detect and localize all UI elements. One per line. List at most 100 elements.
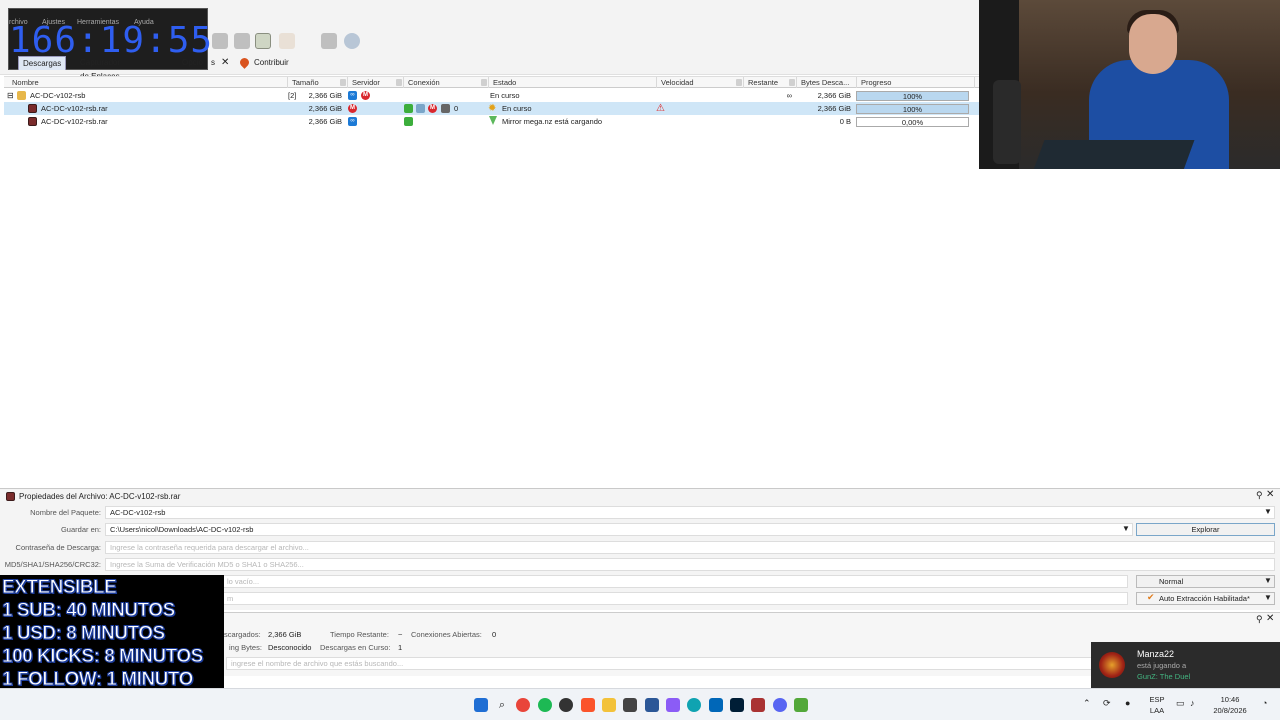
overlay-line: 1 USD: 8 MINUTOS <box>2 623 166 645</box>
col-conexion[interactable]: Conexión <box>404 77 489 88</box>
col-nombre[interactable]: Nombre <box>8 77 288 88</box>
checksum-label: MD5/SHA1/SHA256/CRC32: <box>4 560 101 569</box>
chevron-down-icon[interactable]: ▼ <box>1264 507 1272 516</box>
col-estado[interactable]: Estado <box>489 77 657 88</box>
sync-icon[interactable]: ⟳ <box>1103 698 1111 709</box>
discord-notification[interactable]: Manza22 está jugando a GunZ: The Duel <box>1091 642 1280 688</box>
tab-hidden-fragment[interactable]: s <box>207 56 219 70</box>
open-connections-label: Conexiones Abiertas: <box>411 630 482 639</box>
overlay-line: 100 KICKS: 8 MINUTOS <box>2 646 204 668</box>
row-bytes: 2,366 GiB <box>817 104 851 113</box>
mega-icon: M <box>361 91 370 100</box>
notification-bell-icon[interactable]: ◔ <box>1262 698 1267 708</box>
clock-date[interactable]: 20/8/2026 <box>1210 706 1250 715</box>
chrome-icon[interactable] <box>516 698 530 712</box>
clock-time[interactable]: 10:46 <box>1210 695 1250 704</box>
table-row[interactable]: AC-DC-v102-rsb.rar 2,366 GiB ∞ Mirror me… <box>4 115 980 128</box>
toolbar-icon-1[interactable] <box>212 33 228 49</box>
steam-icon[interactable] <box>559 698 573 712</box>
tab-descargas[interactable]: Descargas <box>18 56 67 70</box>
comment2-field[interactable]: m <box>222 592 1128 605</box>
pending-bytes-value: Desconocido <box>268 643 312 652</box>
close-panel-icon[interactable]: ✕ <box>1266 613 1274 624</box>
row-status: En curso <box>490 91 520 100</box>
update-icon[interactable] <box>344 33 360 49</box>
row-status: Mirror mega.nz está cargando <box>502 117 603 126</box>
row-bytes: 0 B <box>839 117 851 126</box>
chevron-down-icon[interactable]: ▼ <box>1264 593 1272 602</box>
tab-opciones[interactable]: Opcio <box>178 56 207 70</box>
expand-icon[interactable]: ⊟ <box>7 89 14 102</box>
row-name: AC-DC-v102-rsb.rar <box>41 117 108 126</box>
auto-extraction-select[interactable]: Auto Extracción Habilitada* <box>1136 592 1275 605</box>
col-bytes[interactable]: Bytes Desca... <box>797 77 857 88</box>
word-icon[interactable] <box>645 698 659 712</box>
hoster-icon: ∞ <box>348 91 357 100</box>
priority-select[interactable]: Normal <box>1136 575 1275 588</box>
row-size: 2,366 GiB <box>308 117 342 126</box>
mega-icon: M <box>348 104 357 113</box>
properties-title: Propiedades del Archivo: AC-DC-v102-rsb.… <box>19 492 181 501</box>
app-icon[interactable] <box>751 698 765 712</box>
password-label: Contraseña de Descarga: <box>15 543 101 552</box>
app-icon[interactable] <box>666 698 680 712</box>
hoster-icon: ∞ <box>348 117 357 126</box>
toolbar-icon-2[interactable] <box>234 33 250 49</box>
close-tab-icon[interactable]: ✕ <box>221 57 229 69</box>
reconnect-icon[interactable] <box>279 33 295 49</box>
explore-button[interactable]: Explorar <box>1136 523 1275 536</box>
search-icon[interactable]: ⌕ <box>495 698 509 712</box>
table-row[interactable]: ⊟ AC-DC-v102-rsb [2] 2,366 GiB ∞ M En cu… <box>4 89 980 102</box>
network-icon[interactable]: ▭ <box>1176 698 1185 709</box>
col-progreso[interactable]: Progreso <box>857 77 975 88</box>
downloaded-value: 2,366 GiB <box>268 630 302 639</box>
overlay-line: 1 SUB: 40 MINUTOS <box>2 600 176 622</box>
brave-icon[interactable] <box>581 698 595 712</box>
pending-bytes-label: ing Bytes: <box>229 643 262 652</box>
progress-text: 100% <box>902 105 923 114</box>
remaining-time-value: ~ <box>398 630 403 639</box>
file-explorer-icon[interactable] <box>602 698 616 712</box>
chevron-down-icon[interactable]: ▼ <box>1122 524 1130 533</box>
row-count: [2] <box>288 91 297 100</box>
rar-file-icon <box>6 492 15 501</box>
app-icon[interactable] <box>623 698 637 712</box>
package-name-field[interactable]: AC-DC-v102-rsb <box>105 506 1275 519</box>
toolbar-icon-5[interactable] <box>321 33 337 49</box>
tab-contribuir[interactable]: Contribuir <box>250 56 293 70</box>
mic-icon[interactable]: ● <box>1125 698 1130 708</box>
row-connections: 0 <box>454 104 459 113</box>
chevron-down-icon[interactable]: ▼ <box>1264 576 1272 585</box>
save-label: Guardar en: <box>60 525 101 534</box>
language-layout[interactable]: LAA <box>1146 706 1168 715</box>
volume-icon[interactable]: ♪ <box>1190 698 1195 708</box>
app-icon[interactable] <box>709 698 723 712</box>
webcam-feed <box>979 0 1280 169</box>
tab-capturador[interactable]: Capturador de Enlaces <box>76 56 124 81</box>
start-icon[interactable] <box>474 698 488 712</box>
pin-icon[interactable]: ⚲ <box>1256 490 1263 501</box>
downloaded-label: scargados: <box>224 630 261 639</box>
discord-icon[interactable] <box>773 698 787 712</box>
language-code[interactable]: ESP <box>1146 695 1168 704</box>
photoshop-icon[interactable] <box>730 698 744 712</box>
password-field[interactable]: Ingrese la contraseña requerida para des… <box>105 541 1275 554</box>
checksum-field[interactable]: Ingrese la Suma de Verificación MD5 o SH… <box>105 558 1275 571</box>
save-path-field[interactable]: C:\Users\nicol\Downloads\AC-DC-v102-rsb <box>105 523 1133 536</box>
chevron-up-icon[interactable]: ⌃ <box>1083 698 1091 709</box>
spotify-icon[interactable] <box>538 698 552 712</box>
clipboard-monitor-icon[interactable] <box>255 33 271 49</box>
rar-file-icon <box>28 117 37 126</box>
edge-icon[interactable] <box>687 698 701 712</box>
pin-icon[interactable]: ⚲ <box>1256 614 1263 625</box>
row-name: AC-DC-v102-rsb.rar <box>41 104 108 113</box>
lock-icon <box>789 79 795 86</box>
col-tamano[interactable]: Tamaño <box>288 77 348 88</box>
jdownloader-icon[interactable] <box>794 698 808 712</box>
progress-bar: 100% <box>856 104 969 114</box>
comment-field[interactable]: lo vacío... <box>222 575 1128 588</box>
close-panel-icon[interactable]: ✕ <box>1266 489 1274 500</box>
col-velocidad[interactable]: Velocidad <box>657 77 744 88</box>
table-row[interactable]: AC-DC-v102-rsb.rar 2,366 GiB M M 0 ✹ En … <box>4 102 980 115</box>
open-connections-value: 0 <box>492 630 497 639</box>
